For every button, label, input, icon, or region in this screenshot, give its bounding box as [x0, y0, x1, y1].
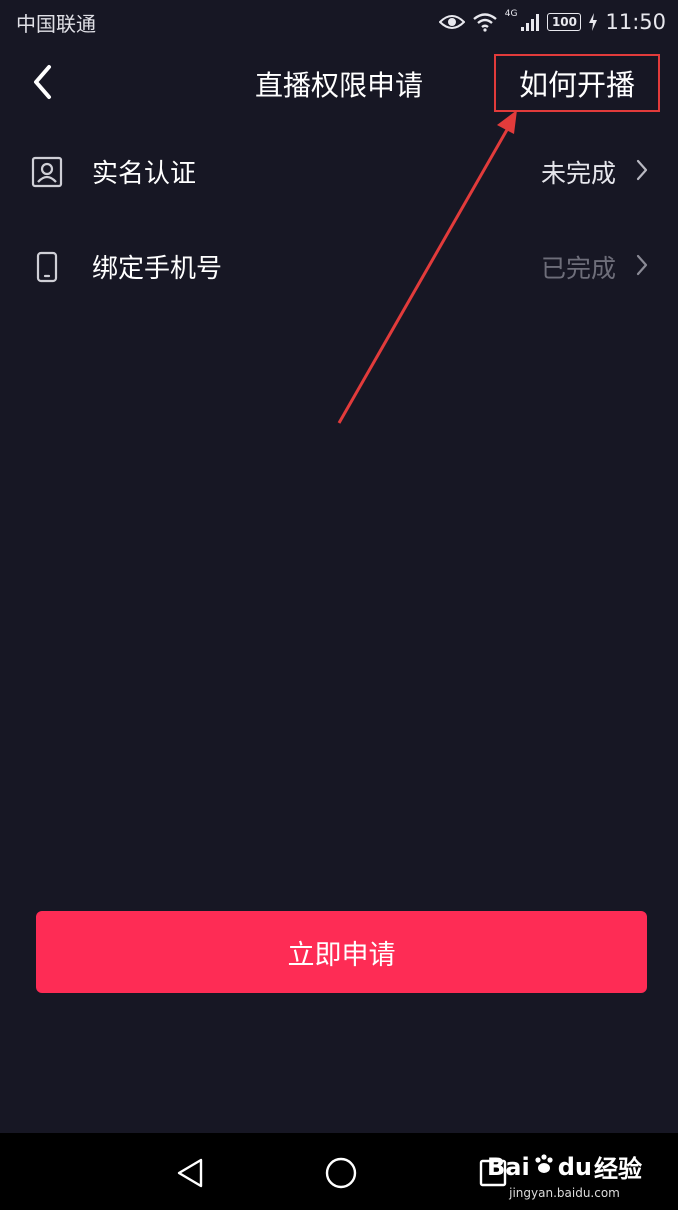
system-navigation-bar: Bai du 经验 jingyan.baidu.com: [0, 1133, 678, 1210]
chevron-right-icon: [636, 254, 648, 280]
watermark-brand: 经验: [594, 1155, 642, 1183]
id-card-icon: [30, 155, 64, 189]
back-triangle-icon[interactable]: [172, 1155, 208, 1191]
baidu-jingyan-watermark: Bai du 经验 jingyan.baidu.com: [487, 1149, 642, 1201]
requirement-row-realname[interactable]: 实名认证 未完成: [0, 124, 678, 219]
how-to-stream-link[interactable]: 如何开播: [494, 54, 660, 112]
home-circle-icon[interactable]: [323, 1155, 359, 1191]
status-time: 11:50: [605, 10, 666, 34]
watermark-logo-suffix: du: [557, 1152, 592, 1181]
back-button[interactable]: [22, 62, 62, 106]
paw-icon: [532, 1152, 556, 1182]
network-type: 4G: [504, 9, 518, 19]
watermark-logo: Bai du 经验: [487, 1149, 642, 1184]
status-bar: 中国联通 4G 100 11:50: [0, 0, 678, 44]
carrier-name: 中国联通: [16, 11, 96, 36]
requirement-label: 绑定手机号: [92, 254, 223, 284]
apply-now-button[interactable]: 立即申请: [36, 911, 647, 993]
requirement-label: 实名认证: [92, 159, 197, 189]
signal-icon: [520, 12, 540, 32]
battery-icon: 100: [547, 13, 582, 31]
chevron-left-icon: [31, 64, 53, 104]
phone-icon: [30, 250, 64, 284]
requirement-status: 已完成: [540, 253, 616, 283]
eye-icon: [438, 13, 465, 31]
status-icons: 4G 100 11:50: [438, 9, 666, 34]
charging-icon: [588, 13, 598, 31]
requirement-status: 未完成: [540, 158, 616, 188]
header: 直播权限申请 如何开播: [0, 44, 678, 124]
chevron-right-icon: [636, 159, 648, 185]
wifi-icon: [472, 12, 498, 32]
watermark-logo-text: Bai: [487, 1152, 530, 1181]
watermark-url: jingyan.baidu.com: [509, 1186, 620, 1200]
requirement-list: 实名认证 未完成 绑定手机号 已完成: [0, 124, 678, 314]
requirement-row-phone[interactable]: 绑定手机号 已完成: [0, 219, 678, 314]
